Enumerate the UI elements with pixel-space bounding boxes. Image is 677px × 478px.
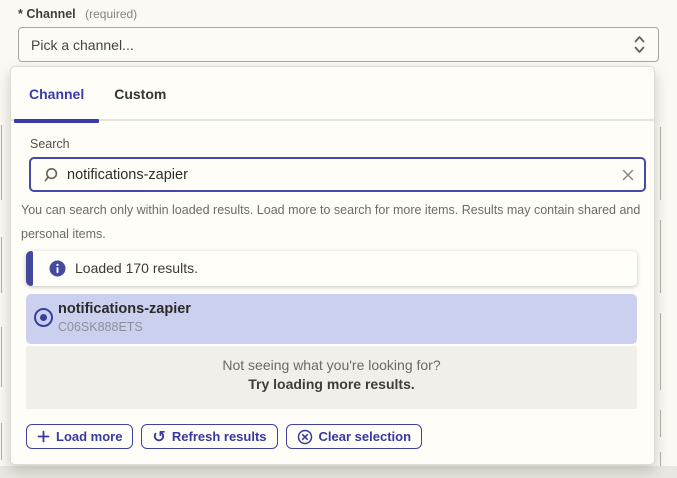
- hint-question: Not seeing what you're looking for?: [26, 357, 637, 373]
- alert-accent-bar: [26, 251, 33, 286]
- tab-channel[interactable]: Channel: [14, 67, 99, 121]
- search-input-wrapper: [29, 157, 646, 192]
- info-icon: [49, 260, 66, 282]
- load-more-label: Load more: [56, 429, 122, 444]
- refresh-results-button[interactable]: ↺ Refresh results: [141, 424, 277, 449]
- plus-icon: [37, 430, 50, 443]
- background-field-edge: [660, 127, 661, 200]
- chevrons-up-down-icon: [633, 34, 646, 55]
- hint-action: Try loading more results.: [26, 376, 637, 392]
- background-field-edge: [1, 423, 2, 460]
- search-input[interactable]: [31, 159, 644, 190]
- tab-channel-label: Channel: [29, 86, 84, 102]
- clear-search-icon[interactable]: [621, 168, 635, 182]
- field-label-row: * Channel (required): [18, 7, 137, 21]
- dropdown-panel: Channel Custom Search You can search onl…: [10, 66, 655, 465]
- channel-option-row[interactable]: notifications-zapier C06SK888ETS: [26, 294, 637, 344]
- empty-hint: Not seeing what you're looking for? Try …: [26, 346, 637, 409]
- field-label: * Channel: [18, 7, 76, 21]
- radio-selected-icon[interactable]: [34, 308, 53, 327]
- tab-custom[interactable]: Custom: [99, 67, 181, 121]
- search-label: Search: [30, 137, 70, 151]
- refresh-icon: ↺: [152, 430, 165, 444]
- clear-selection-button[interactable]: Clear selection: [286, 424, 423, 449]
- tab-custom-label: Custom: [114, 86, 166, 102]
- x-circle-icon: [297, 429, 313, 445]
- channel-select[interactable]: Pick a channel...: [18, 27, 659, 62]
- actions-row: Load more ↺ Refresh results Clear select…: [26, 424, 422, 449]
- alert-text: Loaded 170 results.: [75, 260, 198, 276]
- background-field-edge: [1, 327, 2, 387]
- active-tab-underline: [14, 119, 99, 123]
- tabbar: Channel Custom: [11, 67, 654, 121]
- background-field-edge: [660, 452, 661, 466]
- load-more-button[interactable]: Load more: [26, 424, 133, 449]
- option-title: notifications-zapier: [58, 301, 191, 317]
- required-hint: (required): [85, 7, 137, 21]
- background-field-edge: [660, 220, 661, 293]
- background-field-edge: [660, 410, 661, 437]
- background-field-edge: [1, 125, 2, 200]
- select-placeholder: Pick a channel...: [31, 37, 633, 53]
- page-background-strip: [0, 466, 677, 478]
- helper-text: You can search only within loaded result…: [21, 199, 649, 247]
- info-alert: Loaded 170 results.: [26, 251, 637, 286]
- option-id: C06SK888ETS: [58, 320, 143, 334]
- refresh-results-label: Refresh results: [172, 429, 267, 444]
- background-field-edge: [660, 313, 661, 390]
- background-field-edge: [1, 237, 2, 293]
- clear-selection-label: Clear selection: [319, 429, 412, 444]
